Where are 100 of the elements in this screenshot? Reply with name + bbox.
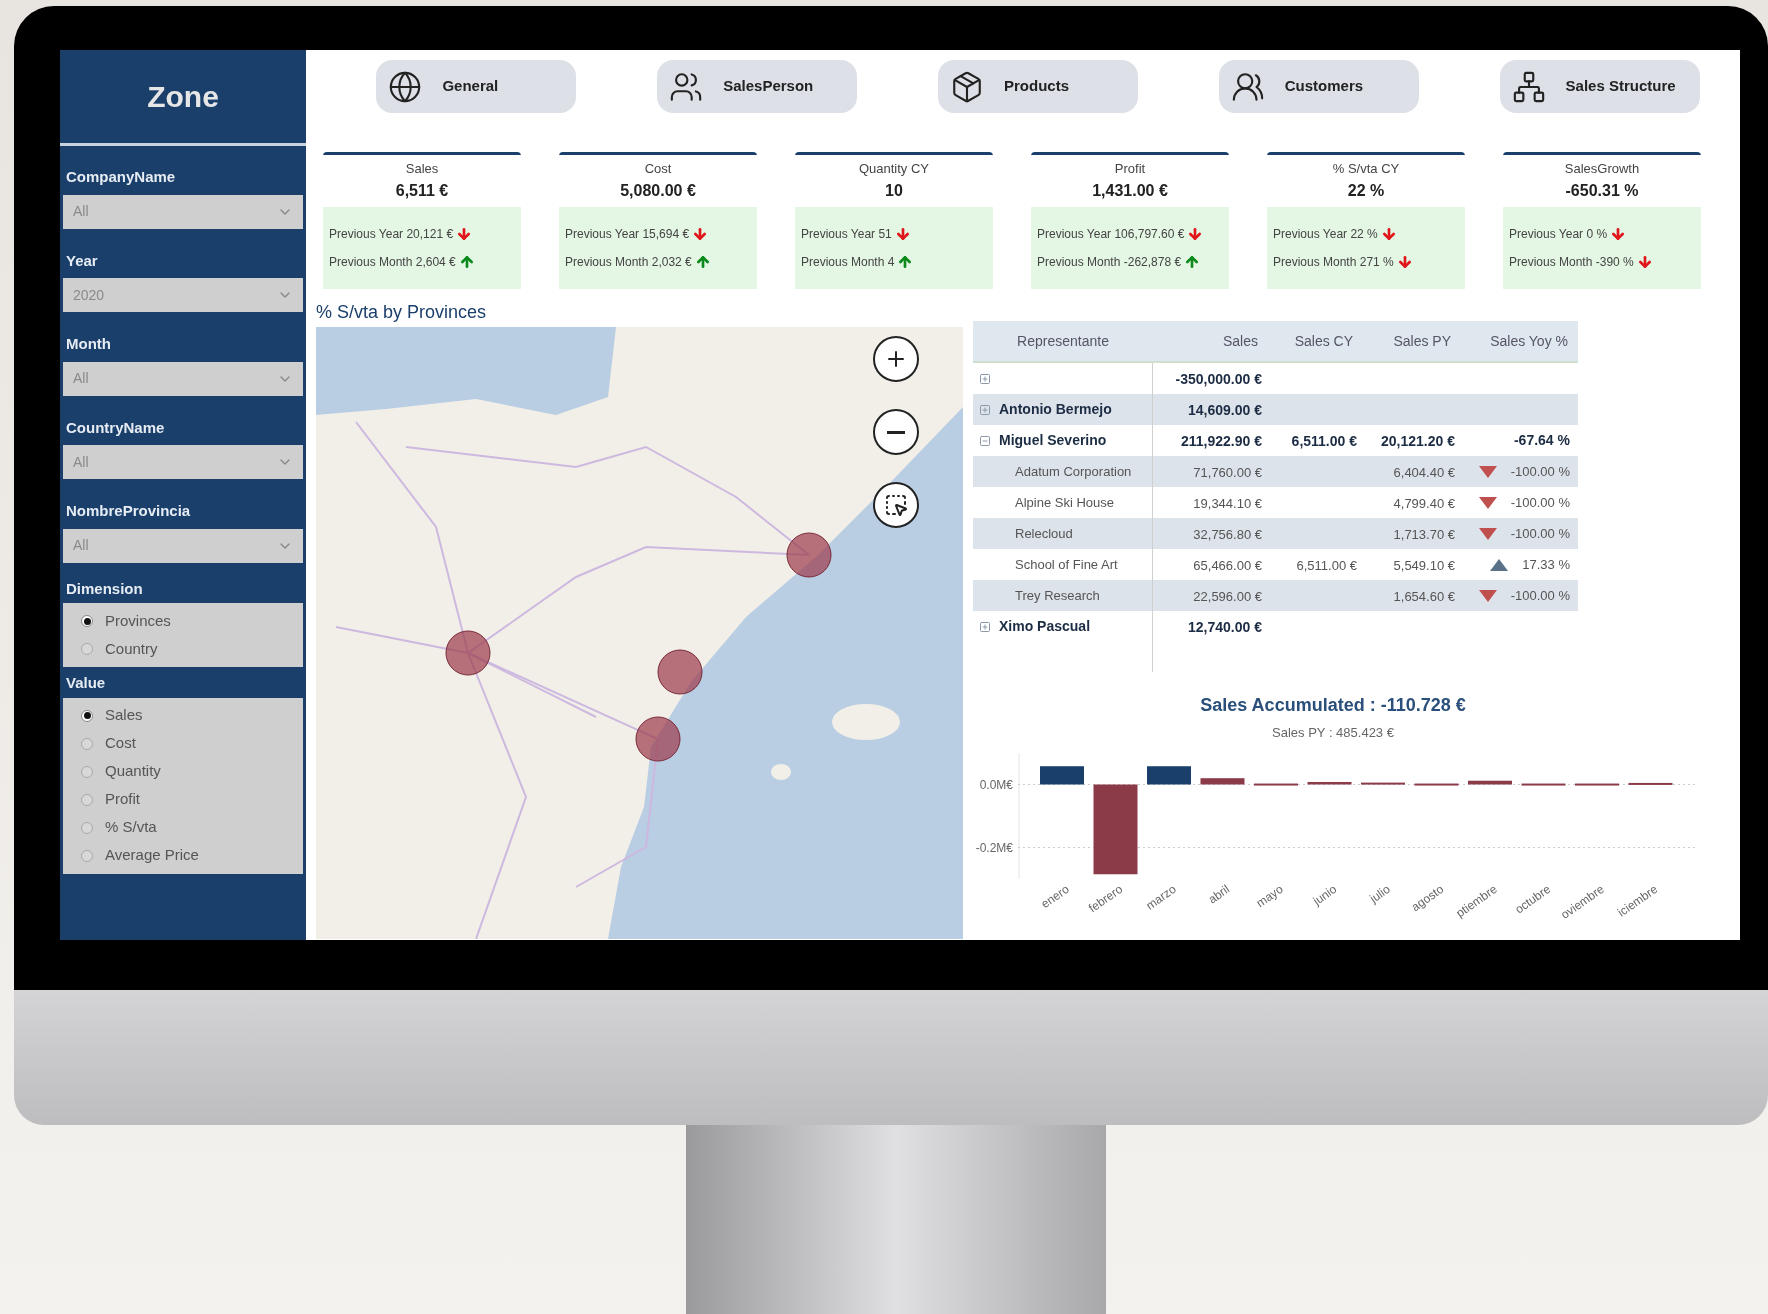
zoom-in-button[interactable] <box>873 336 919 382</box>
zoom-out-button[interactable] <box>873 409 919 455</box>
nav-button[interactable]: Products <box>938 60 1138 113</box>
table-cell-text: -100.00 % <box>1510 586 1570 605</box>
radio-option[interactable]: Provinces <box>63 607 303 635</box>
representative-name: Trey Research <box>1015 586 1100 605</box>
kpi-title: Quantity CY <box>858 160 930 179</box>
table-cell-text: -100.00 % <box>1510 493 1570 512</box>
table-cell: -350,000.00 € <box>1175 370 1262 387</box>
filter-label: Year <box>65 250 99 271</box>
table-cell: 1,713.70 € <box>1393 526 1455 542</box>
bar[interactable] <box>1628 782 1673 785</box>
bar[interactable] <box>1414 783 1459 786</box>
representative-name: Ximo Pascual <box>999 617 1091 636</box>
group-label: Dimension <box>65 578 144 599</box>
bar[interactable] <box>1521 783 1566 786</box>
radio-option[interactable]: Quantity <box>63 757 303 786</box>
radio-button[interactable] <box>81 615 93 627</box>
map-bubble[interactable] <box>786 532 832 578</box>
comparison-text: Previous Year 51 <box>801 226 892 243</box>
nav-button[interactable]: Sales Structure <box>1499 60 1700 113</box>
table-cell-text: -100.00 % <box>1510 524 1570 543</box>
bar[interactable] <box>1200 777 1245 784</box>
table-cell: 65,466.00 € <box>1193 557 1262 573</box>
map-bubble[interactable] <box>445 630 491 676</box>
radio-option[interactable]: Profit <box>63 785 303 814</box>
table-cell: 6,511.00 € <box>1296 557 1357 573</box>
kpi-title: SalesGrowth <box>1564 160 1640 179</box>
column-header[interactable]: Sales <box>1153 330 1268 352</box>
comparison-text: Previous Year 106,797.60 € <box>1037 226 1185 243</box>
radio-button[interactable] <box>81 849 93 862</box>
radio-button[interactable] <box>81 793 93 806</box>
table-cell: 211,922.90 € <box>1181 432 1262 449</box>
comparison-text: Previous Year 22 % <box>1273 226 1378 243</box>
bar[interactable] <box>1468 780 1512 784</box>
radio-button[interactable] <box>81 737 93 750</box>
table-cell: 4,799.40 € <box>1393 495 1455 511</box>
table-cell-text: -100.00 % <box>1510 462 1570 481</box>
kpi-title: % S/vta CY <box>1332 160 1400 179</box>
network-icon <box>1511 69 1546 104</box>
radio-button[interactable] <box>81 765 93 778</box>
filter-label: Month <box>65 334 112 354</box>
kpi-title: Sales <box>405 160 439 179</box>
radio-option[interactable]: Sales <box>63 701 303 730</box>
nav-button[interactable]: Customers <box>1218 60 1419 113</box>
table-cell: 14,609.00 € <box>1188 401 1262 418</box>
island <box>832 704 900 740</box>
globe-icon <box>388 69 423 104</box>
axis-label: -0.2M€ <box>975 840 1013 854</box>
kpi-title: Cost <box>644 160 672 179</box>
radio-option[interactable]: Cost <box>63 729 303 758</box>
column-header[interactable]: Representante <box>973 330 1153 352</box>
representative-name: Adatum Corporation <box>1015 462 1132 481</box>
comparison-text: Previous Month 2,032 € <box>565 254 692 271</box>
column-header[interactable]: Sales Yoy % <box>1461 330 1578 352</box>
representative-name: Alpine Ski House <box>1015 493 1114 512</box>
axis-label: 0.0M€ <box>979 777 1013 791</box>
kpi-value: 22 % <box>1347 180 1385 201</box>
table-cell-text: 17.33 % <box>1522 555 1570 574</box>
radio-button[interactable] <box>81 643 93 655</box>
map-title: % S/vta by Provinces <box>316 301 488 324</box>
comparison-text: Previous Month -262,878 € <box>1037 254 1182 271</box>
bar[interactable] <box>1040 765 1084 784</box>
table-cell: 5,549.10 € <box>1393 557 1455 573</box>
minus-icon <box>887 430 905 434</box>
table-cell: 12,740.00 € <box>1188 618 1262 635</box>
radio-button[interactable] <box>81 709 93 722</box>
table-cell: 6,404.40 € <box>1393 464 1455 480</box>
sidebar-title: Zone <box>147 79 219 115</box>
axis-label: abril <box>1205 881 1233 906</box>
representative-name: Miguel Severino <box>999 431 1107 450</box>
nav-button[interactable]: SalesPerson <box>657 60 858 113</box>
table-cell: 32,756.80 € <box>1193 526 1262 542</box>
kpi-value: -650.31 % <box>1565 180 1639 201</box>
radio-button[interactable] <box>81 821 93 834</box>
chart-subtitle: Sales PY : 485.423 € <box>1272 724 1394 742</box>
bar[interactable] <box>1307 781 1352 784</box>
column-header[interactable]: Sales PY <box>1363 330 1461 352</box>
map-bubble[interactable] <box>635 716 681 762</box>
nav-button[interactable]: General <box>376 60 577 113</box>
comparison-text: Previous Year 20,121 € <box>329 226 454 243</box>
expand-icon[interactable] <box>979 620 991 633</box>
table-cell-text: -67.64 % <box>1513 431 1570 450</box>
representative-name: Relecloud <box>1015 524 1073 543</box>
radio-option[interactable]: % S/vta <box>63 813 303 842</box>
column-header[interactable]: Sales CY <box>1268 330 1363 352</box>
comparison-text: Previous Month 271 % <box>1273 254 1394 271</box>
island <box>771 764 791 780</box>
radio-option[interactable]: Country <box>63 635 303 663</box>
comparison-text: Previous Month 2,604 € <box>329 254 456 271</box>
expand-icon[interactable] <box>979 372 991 385</box>
kpi-value: 10 <box>885 180 903 201</box>
map-bubble[interactable] <box>657 649 703 695</box>
bar[interactable] <box>1147 765 1191 784</box>
radio-option[interactable]: Average Price <box>63 841 303 870</box>
chart-title: Sales Accumulated : -110.728 € <box>1200 694 1466 717</box>
filter-label: CompanyName <box>65 167 177 187</box>
table-cell: 71,760.00 € <box>1193 464 1262 480</box>
collapse-icon[interactable] <box>979 434 991 447</box>
pointer-icon <box>884 493 908 517</box>
